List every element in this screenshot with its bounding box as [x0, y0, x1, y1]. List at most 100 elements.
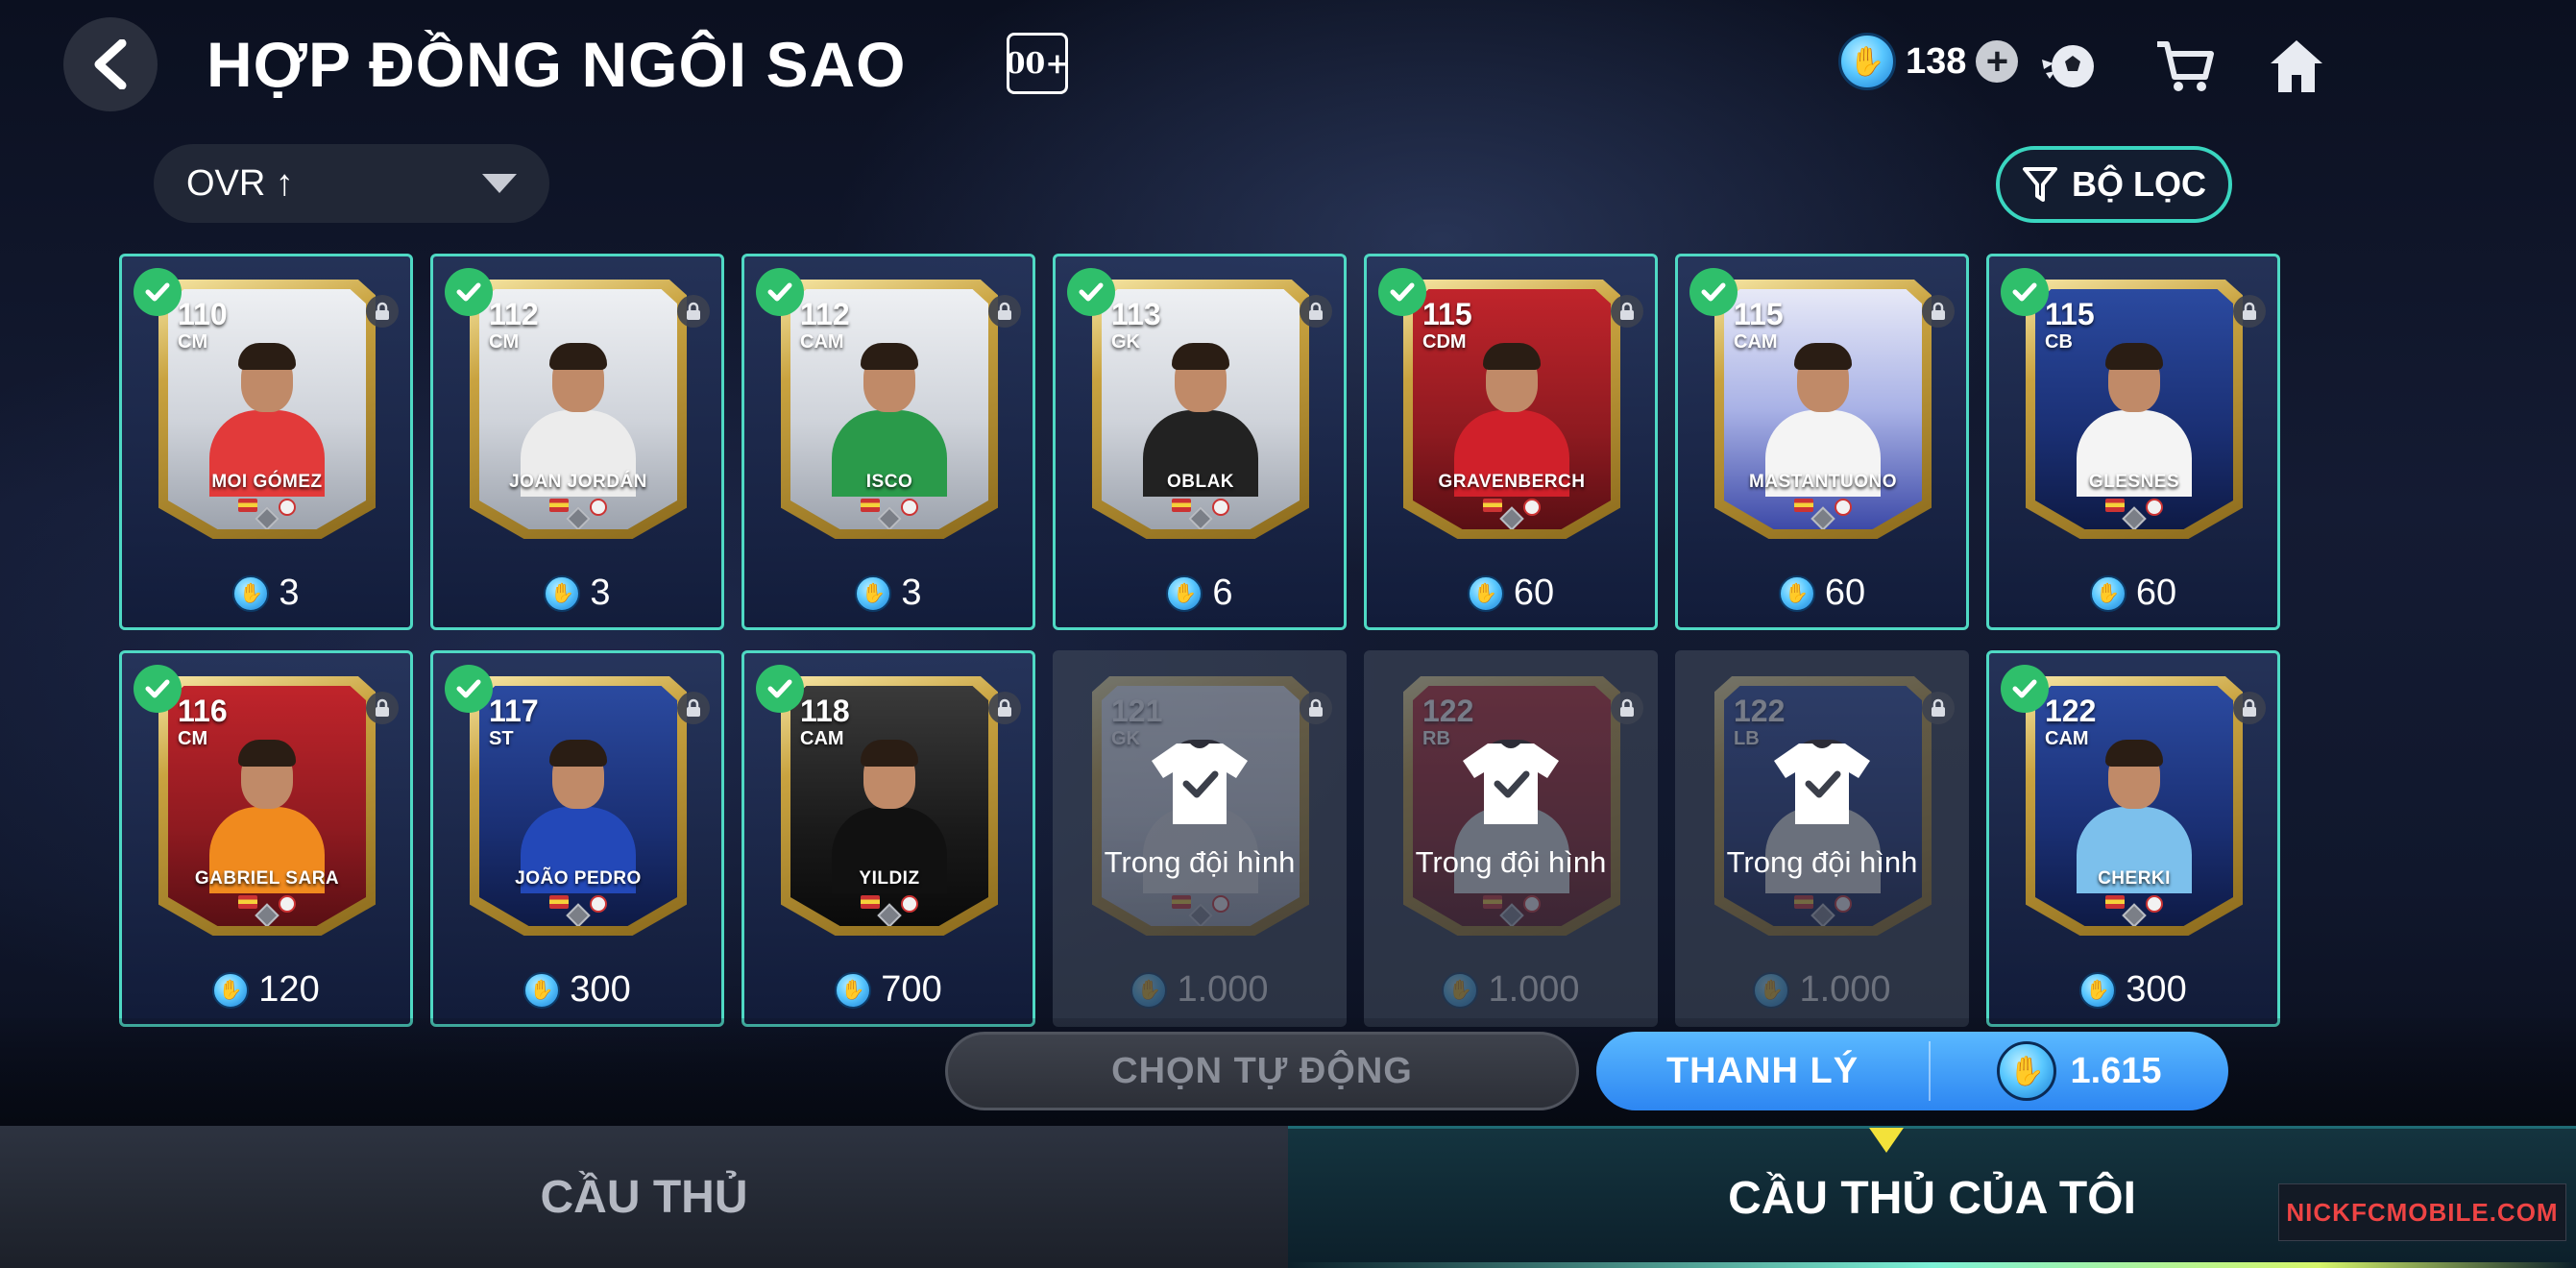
player-card-tile[interactable]: 112 CAM ISCO ✋ 3 — [741, 254, 1035, 630]
player-card: 117 ST JOÃO PEDRO — [470, 676, 687, 936]
chevron-left-icon — [94, 39, 127, 89]
price: ✋ 60 — [1367, 573, 1655, 614]
player-card: 112 CAM ISCO — [781, 280, 998, 539]
player-rating: 122 — [2045, 694, 2097, 728]
player-portrait — [2077, 740, 2192, 893]
player-card-tile[interactable]: 115 CB GLESNES ✋ 60 — [1986, 254, 2280, 630]
jersey-icon — [1152, 744, 1248, 824]
price: ✋ 6 — [1056, 573, 1344, 614]
filter-icon — [2023, 167, 2057, 202]
player-card: 115 CDM GRAVENBERCH — [1403, 280, 1620, 539]
price-value: 60 — [1513, 573, 1555, 613]
coin-icon: ✋ — [1753, 971, 1790, 1009]
price-value: 300 — [570, 969, 631, 1010]
player-card-tile[interactable]: 112 CM JOAN JORDÁN ✋ 3 — [430, 254, 724, 630]
in-squad-label: Trong đội hình — [1726, 845, 1918, 879]
player-card-tile[interactable]: 116 CM GABRIEL SARA ✋ 120 — [119, 650, 413, 1027]
coin-icon: ✋ — [1166, 574, 1203, 612]
price-value: 120 — [258, 969, 320, 1010]
player-position: CM — [178, 728, 208, 749]
coin-icon: ✋ — [523, 971, 561, 1009]
home-icon[interactable] — [2263, 33, 2330, 100]
coin-icon: ✋ — [544, 574, 581, 612]
auto-select-button[interactable]: CHỌN TỰ ĐỘNG — [945, 1032, 1579, 1110]
price-value: 3 — [901, 573, 922, 613]
price: ✋ 3 — [744, 573, 1033, 614]
soccer-ball-icon[interactable] — [2036, 33, 2103, 100]
player-rating: 122 — [1734, 694, 1786, 728]
in-squad-overlay: Trong đội hình — [1678, 740, 1966, 880]
player-card-tile[interactable]: 115 CAM MASTANTUONO ✋ 60 — [1675, 254, 1969, 630]
player-card: 110 CM MOI GÓMEZ — [158, 280, 376, 539]
jersey-icon — [1774, 744, 1870, 824]
player-position: CAM — [1734, 331, 1778, 353]
player-card-tile[interactable]: 115 CDM GRAVENBERCH ✋ 60 — [1364, 254, 1658, 630]
player-portrait — [209, 740, 325, 893]
player-card-tile[interactable]: 110 CM MOI GÓMEZ ✋ 3 — [119, 254, 413, 630]
player-name: ISCO — [865, 472, 913, 492]
player-card-tile[interactable]: 118 CAM YILDIZ ✋ 700 — [741, 650, 1035, 1027]
check-icon — [1067, 268, 1115, 316]
coin-icon: ✋ — [835, 971, 872, 1009]
lock-icon — [1922, 295, 1955, 328]
player-position: CM — [178, 331, 208, 353]
player-portrait — [1765, 343, 1881, 497]
price-value: 300 — [2126, 969, 2187, 1010]
lock-icon — [1611, 692, 1643, 724]
back-button[interactable] — [63, 17, 158, 111]
price-value: 700 — [881, 969, 942, 1010]
player-card-tile[interactable]: 122 RB Trong đội hình ✋ 1.000 — [1364, 650, 1658, 1027]
player-name: MOI GÓMEZ — [211, 472, 323, 492]
coin-icon: ✋ — [1997, 1041, 2057, 1101]
add-currency-button[interactable]: + — [1976, 40, 2019, 83]
sort-select[interactable]: OVR ↑ — [154, 144, 549, 223]
title-badge: 00+ — [1006, 33, 1069, 94]
player-rating: 115 — [1734, 297, 1784, 331]
check-icon — [2001, 665, 2049, 713]
check-icon — [445, 665, 493, 713]
price: ✋ 1.000 — [1678, 969, 1966, 1011]
coin-icon: ✋ — [1778, 574, 1815, 612]
player-rating: 118 — [800, 694, 850, 728]
player-portrait — [1454, 343, 1569, 497]
player-rating: 116 — [178, 694, 228, 728]
sell-button[interactable]: THANH LÝ ✋ 1.615 — [1596, 1032, 2228, 1110]
player-card-tile[interactable]: 122 LB Trong đội hình ✋ 1.000 — [1675, 650, 1969, 1027]
filter-button[interactable]: BỘ LỌC — [1996, 146, 2232, 223]
player-name: GABRIEL SARA — [194, 868, 340, 889]
currency-value: 138 — [1906, 40, 1967, 82]
lock-icon — [2233, 692, 2266, 724]
player-card-tile[interactable]: 122 CAM CHERKI ✋ 300 — [1986, 650, 2280, 1027]
player-position: CAM — [2045, 728, 2089, 749]
player-name: JOAN JORDÁN — [509, 472, 647, 492]
check-icon — [756, 268, 804, 316]
lock-icon — [2233, 295, 2266, 328]
player-name: OBLAK — [1166, 472, 1235, 492]
player-name: YILDIZ — [859, 868, 920, 889]
tab-players[interactable]: CẦU THỦ — [0, 1126, 1288, 1268]
player-card: 115 CB GLESNES — [2026, 280, 2243, 539]
player-card-tile[interactable]: 121 GK Trong đội hình ✋ 1.000 — [1053, 650, 1347, 1027]
player-name: MASTANTUONO — [1749, 472, 1897, 492]
player-portrait — [521, 343, 636, 497]
price: ✋ 3 — [122, 573, 410, 614]
lock-icon — [1300, 295, 1332, 328]
player-rating: 121 — [1111, 694, 1163, 728]
currency-display: ✋ 138 + — [1838, 33, 2019, 90]
coin-icon: ✋ — [1838, 33, 1896, 90]
player-card: 118 CAM YILDIZ — [781, 676, 998, 936]
tab-bar: CẦU THỦ CẦU THỦ CỦA TÔI — [0, 1126, 2576, 1268]
sort-label: OVR ↑ — [186, 162, 294, 204]
player-card: 122 CAM CHERKI — [2026, 676, 2243, 936]
player-card-tile[interactable]: 117 ST JOÃO PEDRO ✋ 300 — [430, 650, 724, 1027]
player-name: CHERKI — [2098, 868, 2171, 889]
player-card-tile[interactable]: 113 GK OBLAK ✋ 6 — [1053, 254, 1347, 630]
check-icon — [2001, 268, 2049, 316]
player-position: CM — [489, 331, 520, 353]
filter-label: BỘ LỌC — [2072, 164, 2206, 204]
cart-icon[interactable] — [2151, 33, 2219, 100]
price-value: 1.000 — [1177, 969, 1269, 1010]
lock-icon — [1611, 295, 1643, 328]
player-position: CB — [2045, 331, 2073, 353]
price: ✋ 60 — [1678, 573, 1966, 614]
